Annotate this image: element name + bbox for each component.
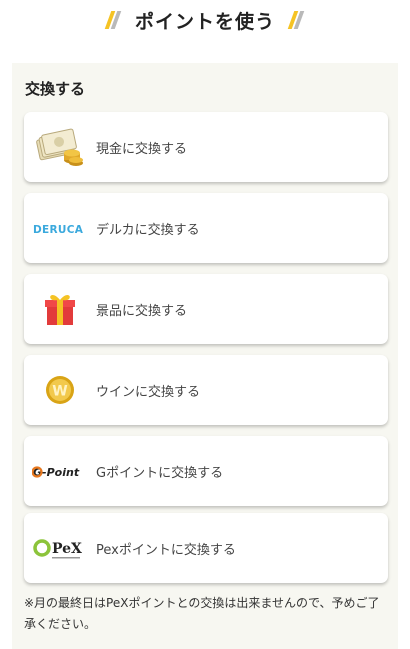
exchange-deruca-label: デルカに交換する: [96, 223, 200, 238]
page-header: ポイントを使う: [0, 0, 410, 40]
exchange-panel: 交換する 現金に交換する DERUCA デルカに交換する 景品に交換する W ウ…: [12, 63, 398, 649]
exchange-pex-label: Pexポイントに交換する: [96, 543, 236, 558]
exchange-cash-button[interactable]: 現金に交換する: [24, 112, 388, 182]
gift-icon: [32, 289, 88, 329]
title-decoration-right: [287, 11, 305, 29]
exchange-gpoint-button[interactable]: G-Point Gポイントに交換する: [24, 436, 388, 506]
exchange-note: ※月の最終日はPeXポイントとの交換は出来ませんので、予めご了承ください。: [24, 596, 380, 631]
section-title: 交換する: [25, 80, 86, 98]
exchange-gpoint-label: Gポイントに交換する: [96, 466, 224, 481]
svg-text:W: W: [52, 384, 67, 400]
gpoint-logo: G-Point: [31, 451, 88, 491]
exchange-cash-label: 現金に交換する: [96, 142, 188, 157]
exchange-gift-button[interactable]: 景品に交換する: [24, 274, 388, 344]
exchange-pex-button[interactable]: PeX Pexポイントに交換する: [24, 513, 388, 583]
pex-logo: PeX: [32, 528, 88, 568]
exchange-gift-label: 景品に交換する: [96, 304, 188, 319]
svg-text:DERUCA: DERUCA: [33, 224, 84, 236]
exchange-deruca-button[interactable]: DERUCA デルカに交換する: [24, 193, 388, 263]
exchange-win-label: ウインに交換する: [96, 385, 201, 400]
svg-text:PeX: PeX: [52, 541, 82, 557]
win-coin-icon: W: [32, 370, 88, 410]
exchange-win-button[interactable]: W ウインに交換する: [24, 355, 388, 425]
cash-icon: [32, 127, 88, 167]
deruca-logo: DERUCA: [32, 208, 88, 248]
page-title: ポイントを使う: [134, 11, 275, 33]
